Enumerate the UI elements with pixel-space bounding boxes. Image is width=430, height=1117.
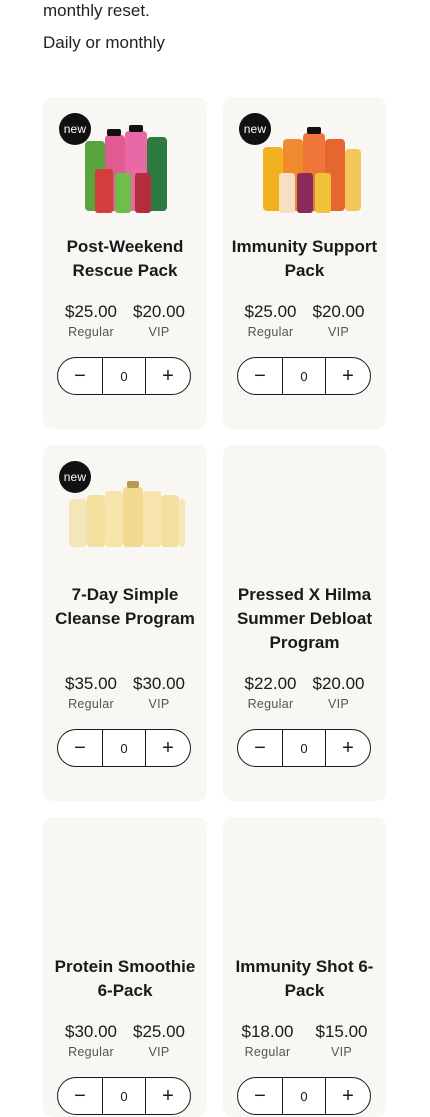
vip-price: $30.00 [133,674,185,693]
price-row: $35.00 Regular $30.00 VIP [43,674,207,712]
minus-icon: − [254,1084,266,1107]
plus-icon: + [342,1084,354,1107]
quantity-stepper: − 0 + [237,1077,371,1115]
regular-price: $30.00 [65,1022,117,1041]
vip-label: VIP [148,1045,170,1059]
price-row: $25.00 Regular $20.00 VIP [223,302,386,340]
increment-button[interactable]: + [146,358,190,394]
vip-label: VIP [327,697,350,711]
vip-price: $20.00 [312,302,365,321]
new-badge: new [239,113,271,145]
plus-icon: + [162,1084,174,1107]
plus-icon: + [342,364,354,387]
product-title[interactable]: 7-Day Simple Cleanse Program [51,583,199,631]
product-card[interactable]: new Post-Weekend Rescue Pack $25.00 Regul… [43,97,207,429]
plus-icon: + [342,736,354,759]
increment-button[interactable]: + [146,730,190,766]
intro-line-1: monthly reset. [43,1,150,20]
increment-button[interactable]: + [326,1078,370,1114]
decrement-button[interactable]: − [58,1078,102,1114]
vip-label: VIP [327,325,350,339]
price-row: $22.00 Regular $20.00 VIP [223,674,386,712]
regular-label: Regular [244,1045,291,1059]
decrement-button[interactable]: − [238,358,282,394]
regular-price: $25.00 [65,302,117,321]
minus-icon: − [254,736,266,759]
vip-label: VIP [330,1045,353,1059]
regular-price: $18.00 [241,1022,294,1041]
product-title[interactable]: Post-Weekend Rescue Pack [51,235,199,283]
minus-icon: − [74,364,86,387]
regular-price: $25.00 [244,302,297,321]
vip-price: $20.00 [312,674,365,693]
new-badge: new [59,461,91,493]
price-row: $18.00 Regular $15.00 VIP [223,1022,386,1060]
quantity-value[interactable]: 0 [102,1078,146,1114]
increment-button[interactable]: + [146,1078,190,1114]
product-title[interactable]: Immunity Shot 6-Pack [231,955,378,1003]
plus-icon: + [162,364,174,387]
quantity-stepper: − 0 + [57,729,191,767]
increment-button[interactable]: + [326,730,370,766]
quantity-stepper: − 0 + [237,357,371,395]
price-row: $25.00 Regular $20.00 VIP [43,302,207,340]
product-card[interactable]: new 7-Day Simple Cleanse Program $35.00 R… [43,445,207,801]
regular-label: Regular [247,325,294,339]
regular-label: Regular [247,697,294,711]
minus-icon: − [74,736,86,759]
intro-line-2: Daily or monthly [43,33,165,52]
minus-icon: − [74,1084,86,1107]
quantity-value[interactable]: 0 [282,1078,326,1114]
minus-icon: − [254,364,266,387]
vip-price: $25.00 [133,1022,185,1041]
quantity-stepper: − 0 + [237,729,371,767]
vip-label: VIP [148,697,170,711]
product-image[interactable] [223,445,387,575]
regular-label: Regular [68,1045,114,1059]
price-row: $30.00 Regular $25.00 VIP [43,1022,207,1060]
plus-icon: + [162,736,174,759]
product-card[interactable]: Protein Smoothie 6-Pack $30.00 Regular $2… [43,817,207,1117]
product-image[interactable] [223,817,387,947]
vip-price: $20.00 [133,302,185,321]
vip-price: $15.00 [315,1022,368,1041]
decrement-button[interactable]: − [58,358,102,394]
quantity-value[interactable]: 0 [282,358,326,394]
decrement-button[interactable]: − [238,1078,282,1114]
regular-label: Regular [68,697,114,711]
quantity-stepper: − 0 + [57,357,191,395]
increment-button[interactable]: + [326,358,370,394]
new-badge: new [59,113,91,145]
product-card[interactable]: new Immunity Support Pack $25.00 Regular … [223,97,386,429]
quantity-value[interactable]: 0 [102,358,146,394]
regular-price: $22.00 [244,674,297,693]
regular-price: $35.00 [65,674,117,693]
product-card[interactable]: Pressed X Hilma Summer Debloat Program $… [223,445,386,801]
decrement-button[interactable]: − [238,730,282,766]
product-title[interactable]: Protein Smoothie 6-Pack [51,955,199,1003]
decrement-button[interactable]: − [58,730,102,766]
quantity-stepper: − 0 + [57,1077,191,1115]
product-image[interactable] [43,817,207,947]
quantity-value[interactable]: 0 [282,730,326,766]
product-title[interactable]: Pressed X Hilma Summer Debloat Program [231,583,378,655]
product-title[interactable]: Immunity Support Pack [231,235,378,283]
regular-label: Regular [68,325,114,339]
product-card[interactable]: Immunity Shot 6-Pack $18.00 Regular $15.0… [223,817,386,1117]
quantity-value[interactable]: 0 [102,730,146,766]
vip-label: VIP [148,325,170,339]
